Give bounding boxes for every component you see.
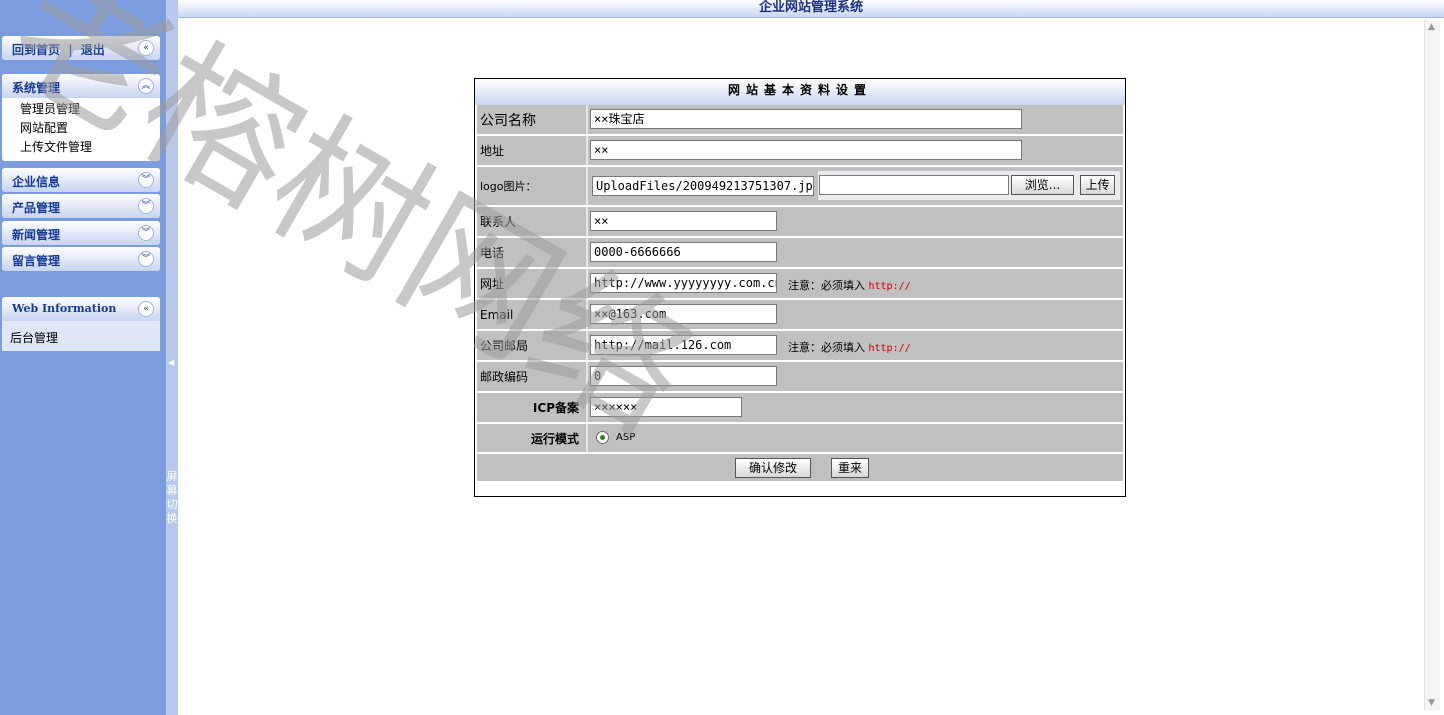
row-postcode: 邮政编码 0 [477,362,1123,391]
website-note: 注意：必须填入 http:// [788,279,911,292]
expand-down-icon[interactable]: ︾ [138,251,154,267]
mailbox-label: 公司邮局 [480,339,529,353]
upload-button[interactable]: 上传 [1080,175,1115,195]
postcode-field[interactable]: 0 [590,366,777,386]
scroll-down-icon[interactable]: ▼ [1428,698,1435,708]
top-links-panel: 回到首页 | 退出 « [2,36,160,60]
contact-field[interactable]: ×× [590,211,777,231]
page-title: 企业网站管理系统 [758,0,863,15]
expand-down-icon[interactable]: ︾ [138,198,154,214]
website-field[interactable]: http://www.yyyyyyyy.com.cn [590,273,777,293]
expand-down-icon[interactable]: ︾ [138,225,154,241]
website-label: 网址 [480,277,505,291]
expand-down-icon[interactable]: ︾ [138,172,154,188]
row-website: 网址 http://www.yyyyyyyy.com.cn 注意：必须填入 ht… [477,269,1123,298]
company-name-label: 公司名称 [480,112,536,129]
confirm-button[interactable]: 确认修改 [735,458,811,478]
email-label: Email [480,307,514,322]
menu-upload-files[interactable]: 上传文件管理 [20,138,160,157]
left-nav: 回到首页 | 退出 « 系统管理 ︽ 管理员管理 网站配置 上传文件管理 企业信… [0,0,166,715]
webinfo-title: Web Information [12,302,117,315]
system-panel: 系统管理 ︽ 管理员管理 网站配置 上传文件管理 [2,74,160,161]
section-news[interactable]: 新闻管理 ︾ [2,221,160,245]
home-link[interactable]: 回到首页 [12,43,60,57]
settings-form: 网站基本资料设置 公司名称 ××珠宝店 地址 ×× logo图片： Upload… [474,78,1126,497]
mailbox-field[interactable]: http://mail.126.com [590,335,777,355]
logout-link[interactable]: 退出 [81,43,105,57]
scroll-up-icon[interactable]: ▲ [1428,22,1435,32]
separator: | [68,43,73,57]
menu-admin[interactable]: 管理员管理 [20,100,160,119]
row-actions: 确认修改 重来 [477,454,1123,481]
row-mode: 运行模式 ASP [477,424,1123,452]
row-address: 地址 ×× [477,136,1123,165]
file-input[interactable] [819,175,1009,195]
contact-label: 联系人 [480,215,517,229]
system-title[interactable]: 系统管理 [12,79,60,96]
webinfo-body: 后台管理 [2,321,160,351]
section-label: 产品管理 [12,201,61,215]
icp-label: ICP备案 [532,401,579,415]
browse-button[interactable]: 浏览... [1011,175,1074,195]
address-label: 地址 [480,144,505,158]
upload-frame: 浏览... 上传 [818,171,1120,200]
company-name-field[interactable]: ××珠宝店 [590,109,1022,129]
row-phone: 电话 0000-6666666 [477,238,1123,267]
section-messages[interactable]: 留言管理 ︾ [2,247,160,271]
section-label: 新闻管理 [12,228,61,242]
row-contact: 联系人 ×× [477,207,1123,236]
radio-asp-label: ASP [616,432,636,443]
radio-asp[interactable] [596,431,609,444]
collapse-up-icon[interactable]: ︽ [138,78,154,94]
icp-field[interactable]: ×××××× [590,397,742,417]
logo-label: logo图片： [480,180,537,193]
mode-label: 运行模式 [530,431,579,446]
form-title: 网站基本资料设置 [475,79,1125,105]
phone-label: 电话 [480,246,505,260]
section-company[interactable]: 企业信息 ︾ [2,168,160,192]
row-logo: logo图片： UploadFiles/200949213751307.jpg … [477,167,1123,205]
logo-path-field[interactable]: UploadFiles/200949213751307.jpg [592,176,814,196]
webinfo-panel: Web Information « 后台管理 [2,297,160,351]
screen-splitter[interactable]: ◀ 屏幕切换 [166,0,178,715]
http-hint: http:// [868,343,911,354]
row-icp: ICP备案 ×××××× [477,393,1123,422]
section-products[interactable]: 产品管理 ︾ [2,194,160,218]
email-field[interactable]: ××@163.com [590,304,777,324]
reset-button[interactable]: 重来 [831,458,869,478]
row-email: Email ××@163.com [477,300,1123,329]
http-hint: http:// [868,281,911,292]
menu-site-config[interactable]: 网站配置 [20,119,160,138]
triangle-left-icon[interactable]: ◀ [168,358,174,367]
collapse-left-icon[interactable]: « [138,40,154,56]
row-mailbox: 公司邮局 http://mail.126.com 注意：必须填入 http:// [477,331,1123,360]
postcode-label: 邮政编码 [480,370,529,384]
mailbox-note: 注意：必须填入 http:// [788,341,911,354]
row-company-name: 公司名称 ××珠宝店 [477,105,1123,134]
scrollbar[interactable]: ▲ ▼ [1424,20,1440,710]
top-bar: 企业网站管理系统 [178,0,1444,18]
section-label: 企业信息 [12,175,61,189]
radio-dot-icon [600,435,605,440]
address-field[interactable]: ×× [590,140,1022,160]
screen-switch-label[interactable]: 屏幕切换 [166,470,178,526]
section-label: 留言管理 [12,254,61,268]
collapse-left-icon[interactable]: « [138,301,154,317]
phone-field[interactable]: 0000-6666666 [590,242,777,262]
